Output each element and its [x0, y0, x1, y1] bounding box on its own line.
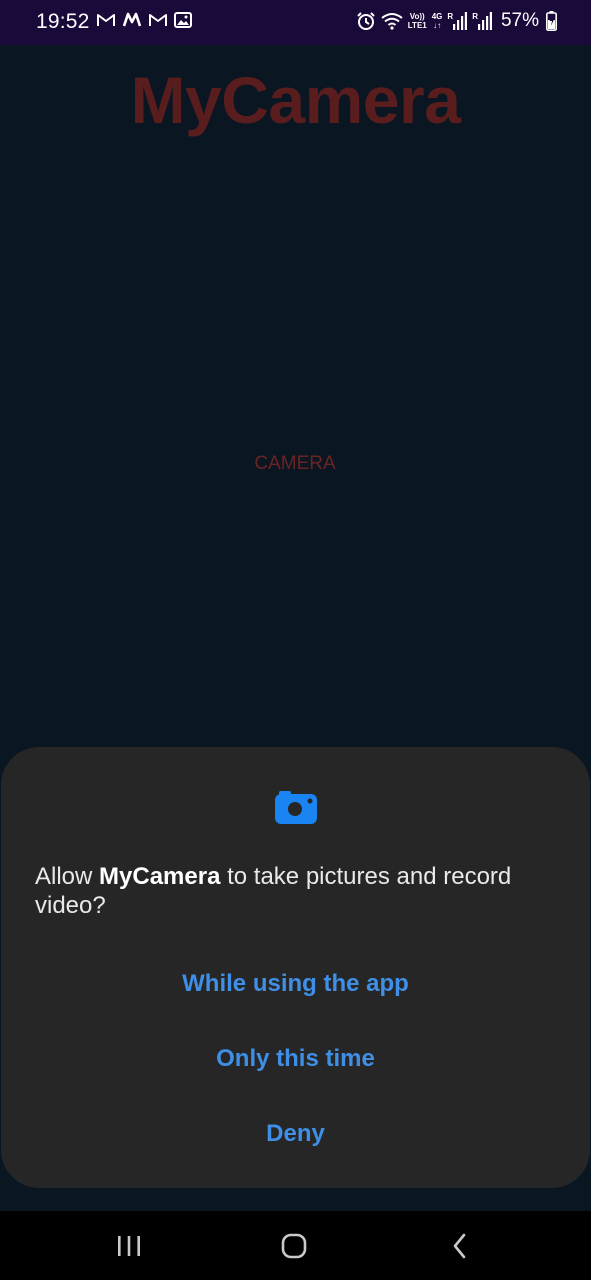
navigation-bar: [0, 1211, 591, 1280]
status-bar: 19:52 Vo)) LTE1 4G ↓↑ R R 57%: [0, 0, 591, 45]
app-title: MyCamera: [130, 63, 461, 137]
battery-icon: [546, 11, 557, 31]
gallery-icon: [174, 12, 192, 28]
permission-message: Allow MyCamera to take pictures and reco…: [35, 862, 555, 920]
m-app-icon: [122, 12, 142, 27]
message-app-name: MyCamera: [99, 863, 221, 890]
data-arrows-icon: ↓↑: [433, 21, 442, 30]
recents-button[interactable]: [104, 1228, 154, 1264]
signal-icon: [477, 12, 492, 30]
status-time: 19:52: [36, 10, 90, 33]
gmail-icon: [149, 14, 167, 26]
wifi-icon: [381, 13, 403, 30]
message-prefix: Allow: [35, 863, 100, 890]
deny-button[interactable]: Deny: [61, 1108, 530, 1160]
alarm-icon: [357, 12, 375, 30]
back-icon: [453, 1233, 466, 1259]
volte-indicator: Vo)) LTE1: [408, 12, 427, 30]
signal-2: R: [472, 12, 492, 30]
notification-icons: [96, 12, 192, 28]
while-using-app-button[interactable]: While using the app: [61, 958, 530, 1010]
volte-bottom-label: LTE1: [407, 21, 427, 30]
camera-button[interactable]: CAMERA: [195, 448, 395, 480]
signal-icon: [453, 12, 468, 30]
permission-dialog: Allow MyCamera to take pictures and reco…: [1, 747, 590, 1188]
camera-icon: [275, 791, 317, 824]
battery-percent: 57%: [500, 10, 539, 31]
signal-1: R: [447, 12, 468, 30]
network-type: 4G ↓↑: [432, 12, 443, 30]
recents-icon: [118, 1236, 140, 1256]
home-button[interactable]: [269, 1228, 319, 1264]
back-button[interactable]: [435, 1228, 485, 1264]
only-this-time-button[interactable]: Only this time: [61, 1033, 530, 1085]
network-type-label: 4G: [431, 12, 443, 21]
volte-top-label: Vo)): [409, 12, 425, 21]
home-icon: [281, 1233, 307, 1259]
system-icons: Vo)) LTE1 4G ↓↑ R R 57%: [356, 10, 557, 32]
gmail-icon: [97, 14, 115, 26]
